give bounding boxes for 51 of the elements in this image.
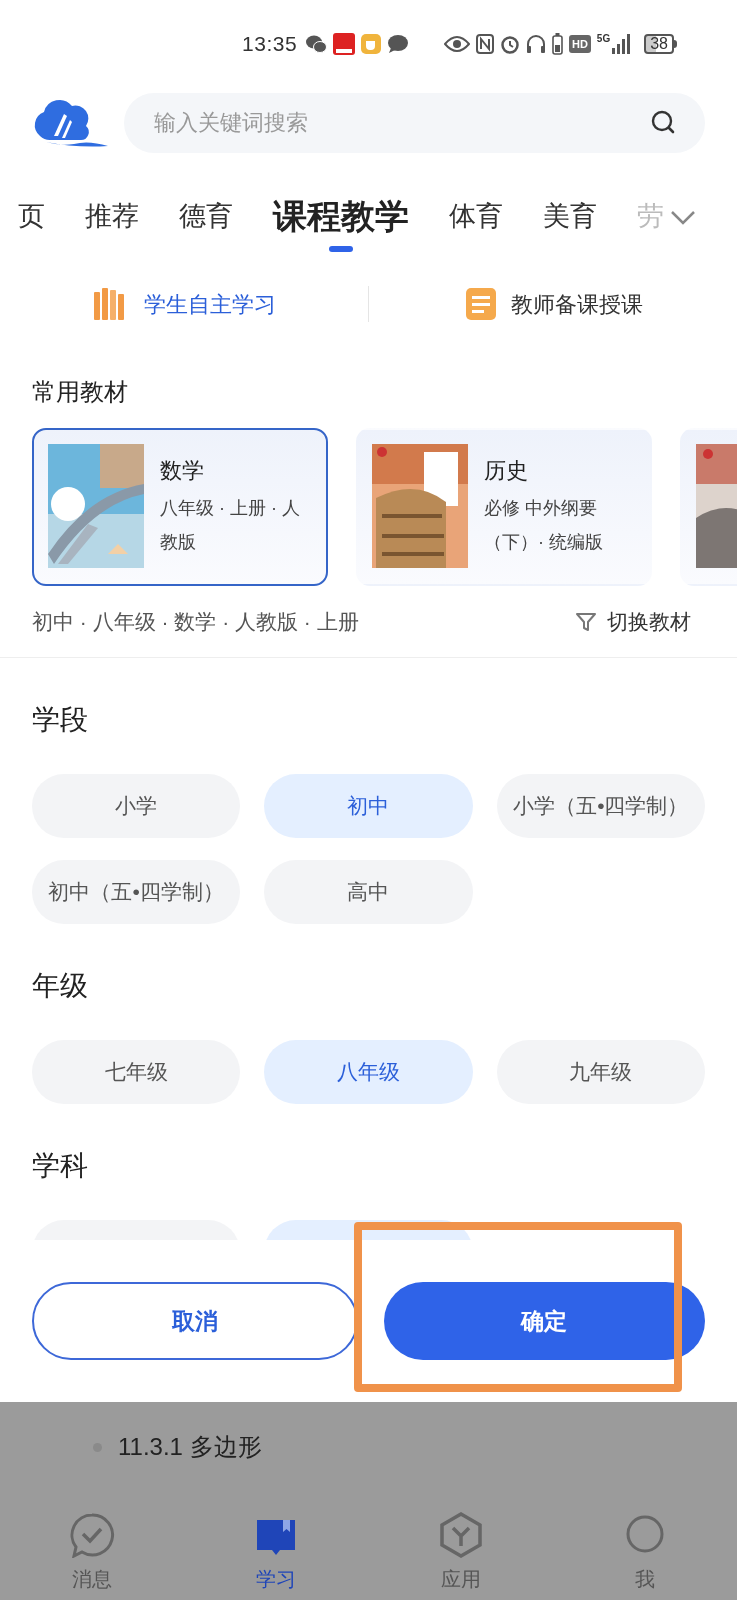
option-chip[interactable]: 七年级 — [32, 1040, 241, 1104]
option-chip[interactable]: 小学（五•四学制） — [496, 774, 705, 838]
option-chip[interactable]: 八年级 — [264, 1040, 473, 1104]
message-icon — [387, 34, 410, 54]
eye-icon — [443, 36, 470, 52]
chat-icon — [305, 34, 328, 54]
section-title: 年级 — [32, 969, 88, 1003]
option-chip[interactable]: 高中 — [264, 860, 473, 924]
cup-icon — [361, 34, 382, 54]
cube-icon — [438, 1512, 483, 1558]
lesson-item[interactable]: 11.3.1 多边形 — [118, 1429, 262, 1465]
textbook-title: 数学 — [160, 457, 205, 485]
alarm-icon — [499, 34, 520, 54]
tab[interactable]: 页 — [18, 194, 45, 252]
option-chip[interactable]: 初中（五•四学制） — [32, 860, 241, 924]
mode-tab[interactable]: 教师备课授课 — [369, 286, 737, 322]
battery-saver-icon — [551, 33, 563, 55]
nfc-icon — [475, 34, 494, 54]
filter-icon — [575, 610, 597, 633]
signal-icon — [612, 34, 633, 54]
chat-check-icon — [69, 1512, 116, 1558]
status-time: 13:35 — [242, 31, 298, 58]
search-field[interactable]: 输入关键词搜索 — [124, 93, 705, 153]
textbook-title: 历史 — [484, 457, 529, 485]
headphones-icon — [525, 34, 546, 54]
battery-level: 38 — [644, 34, 674, 54]
search-icon — [651, 110, 677, 136]
textbook-details: 八年级 · 上册 · 人教版 — [160, 497, 301, 554]
option-chip[interactable]: 九年级 — [496, 1040, 705, 1104]
textbook-card[interactable]: 历史 必修 中外纲要（下）· 统编版 — [356, 428, 652, 586]
app-icon — [333, 33, 356, 55]
section-title: 常用教材 — [32, 377, 128, 407]
textbook-card[interactable]: 数学 八年级 · 上册 · 人教版 — [32, 428, 328, 586]
tab[interactable]: 体育 — [449, 194, 503, 252]
notebook-icon — [463, 286, 499, 322]
section-title: 学段 — [32, 703, 88, 737]
tab[interactable]: 推荐 — [85, 194, 139, 252]
confirm-button[interactable]: 确定 — [383, 1282, 705, 1360]
mode-tab[interactable]: 学生自主学习 — [0, 286, 368, 322]
textbook-details: 必修 中外纲要（下）· 统编版 — [484, 497, 604, 554]
tab[interactable]: 德育 — [179, 194, 233, 252]
current-textbook: 初中 · 八年级 · 数学 · 人教版 · 上册 — [32, 608, 359, 635]
option-chip[interactable]: 初中 — [264, 774, 473, 838]
tab[interactable]: 课程教学 — [273, 194, 409, 252]
tab[interactable]: 美育 — [543, 194, 597, 252]
section-title: 学科 — [32, 1149, 88, 1183]
switch-textbook-link[interactable]: 切换教材 — [575, 605, 691, 638]
network-label: 5G — [596, 34, 611, 44]
chevron-down-icon — [670, 210, 696, 226]
option-chip[interactable]: 小学 — [32, 774, 241, 838]
hd-icon: HD — [568, 35, 591, 53]
